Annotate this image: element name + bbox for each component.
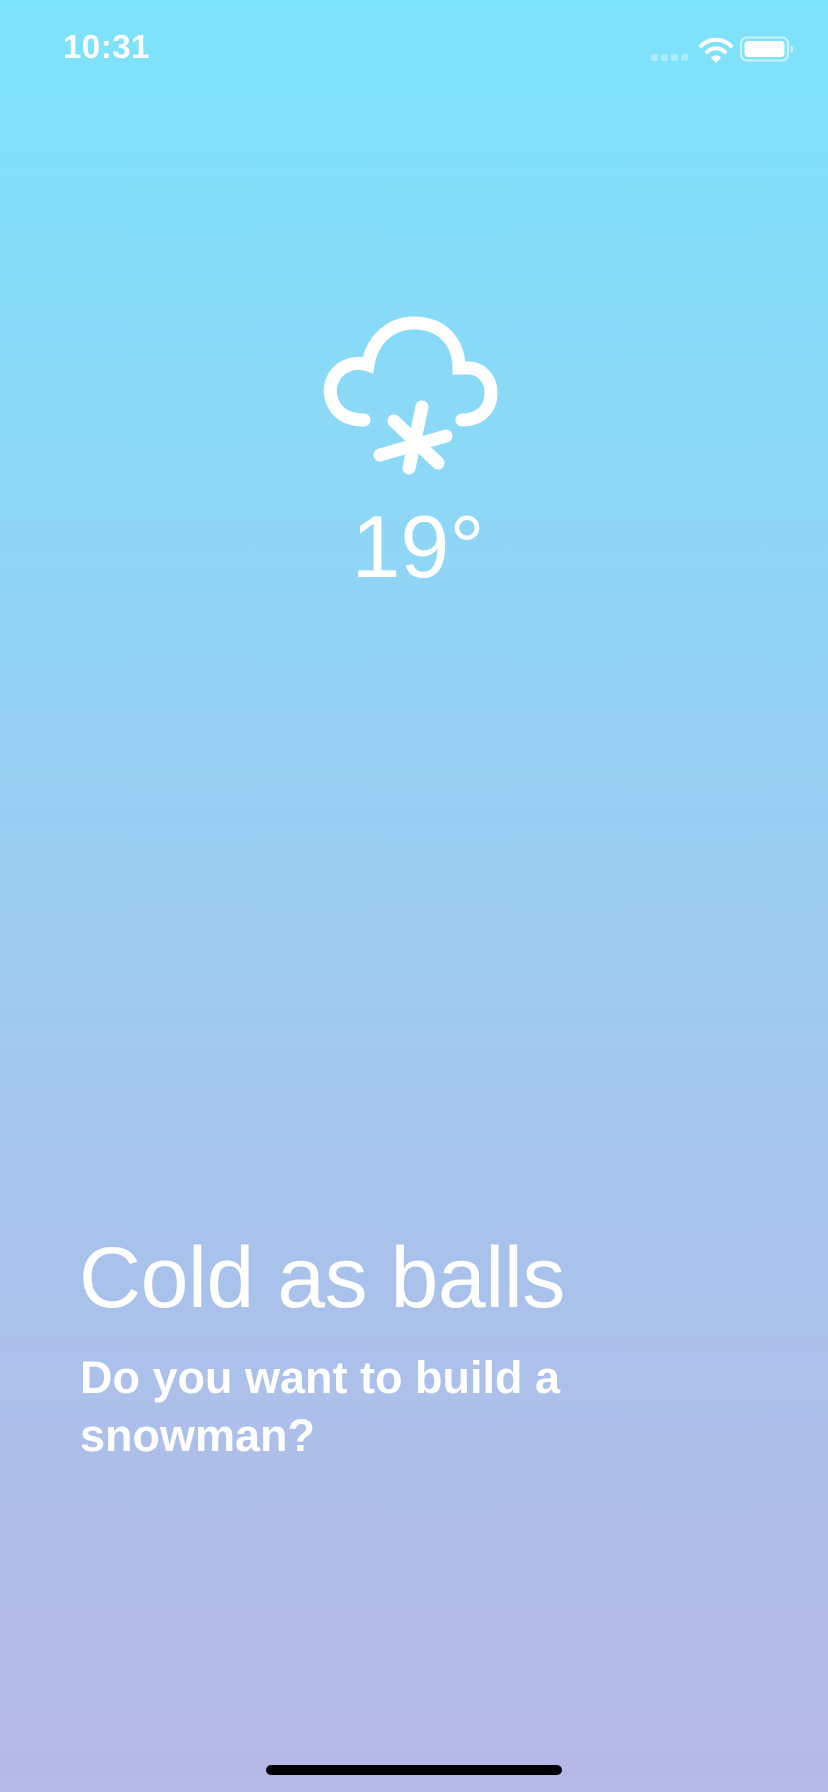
home-indicator[interactable]	[266, 1765, 562, 1775]
weather-message: Do you want to build a snowman?	[80, 1352, 560, 1461]
signal-icon	[651, 54, 688, 61]
wifi-icon	[699, 37, 733, 63]
weather-headline: Cold as balls	[79, 1230, 565, 1326]
temperature: 19°	[351, 497, 485, 596]
snow-cloud-icon	[323, 316, 498, 475]
battery-icon	[740, 36, 793, 62]
status-bar: 10:31	[0, 0, 828, 100]
status-time: 10:31	[63, 28, 150, 65]
weather-screen: 10:31 19° Cold as balls Do you want to b…	[0, 0, 828, 1792]
